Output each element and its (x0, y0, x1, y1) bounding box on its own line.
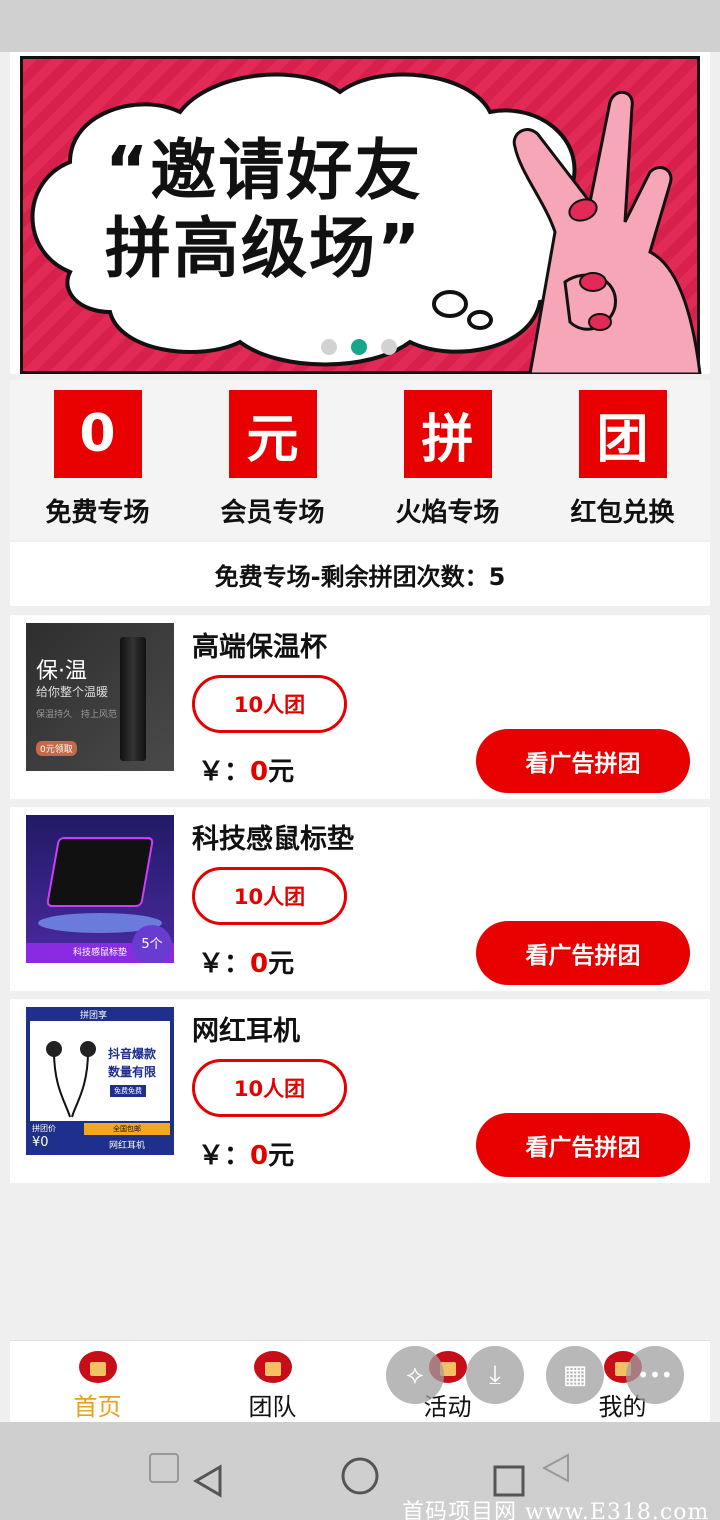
product-card[interactable]: 拼团享 抖音爆款 数量有限 免费免费 拼团价 ¥0 全国包邮 网红耳机 网红耳机… (10, 999, 710, 1183)
download-icon[interactable]: ⤓ (466, 1346, 524, 1404)
price-unit: 元 (268, 949, 295, 979)
product-name: 网红耳机 (192, 1016, 300, 1047)
group-size-tag: 10人团 (192, 867, 347, 925)
remaining-count-banner: 免费专场-剩余拼团次数：5 (10, 542, 710, 606)
thumb-note: 保温持久 (36, 710, 73, 720)
product-name: 科技感鼠标垫 (192, 824, 354, 855)
more-icon[interactable]: ••• (626, 1346, 684, 1404)
price-unit: 元 (268, 1141, 295, 1171)
category-member[interactable]: 元 会员专场 (185, 380, 360, 540)
price-currency: ￥： (198, 1141, 251, 1171)
thumb-caption: 网红耳机 (108, 1141, 145, 1151)
category-label: 红包兑换 (570, 498, 675, 528)
price-unit: 元 (268, 757, 295, 787)
price-amount: 0 (250, 757, 269, 787)
thumb-promo: 数量有限 (108, 1065, 157, 1079)
thumb-price: ¥0 (32, 1135, 49, 1150)
home-icon (78, 1351, 117, 1383)
tab-home[interactable]: 首页 (10, 1341, 185, 1422)
thumb-tag: 免费免费 (110, 1085, 146, 1097)
product-price: ￥：0元 (198, 943, 294, 980)
watermark: 首码项目网 www.E318.com (402, 1500, 710, 1520)
tuan-icon: 团 (578, 390, 667, 478)
back-icon[interactable] (192, 1464, 226, 1498)
status-bar (0, 0, 720, 52)
thumb-count-badge: 5个 (132, 925, 172, 963)
banner-headline: “邀请好友 拼高级场” (105, 132, 422, 288)
triangle-icon[interactable] (540, 1452, 572, 1484)
price-amount: 0 (250, 1141, 269, 1171)
thumb-free-ship: 全国包邮 (84, 1123, 170, 1135)
group-size-tag: 10人团 (192, 675, 347, 733)
product-price: ￥：0元 (198, 1135, 294, 1172)
carousel-dot[interactable] (381, 339, 397, 355)
group-size-tag: 10人团 (192, 1059, 347, 1117)
zero-icon: 0 (53, 390, 142, 478)
thumb-top-label: 拼团享 (80, 1011, 108, 1021)
watch-ad-group-button[interactable]: 看广告拼团 (476, 1113, 690, 1177)
recent-apps-icon[interactable] (492, 1464, 526, 1498)
team-icon (253, 1351, 292, 1383)
thumb-note: 持上风范 (80, 710, 117, 720)
earphone-icon (46, 1041, 96, 1118)
tab-label: 首页 (73, 1393, 122, 1421)
bottom-tab-bar: 首页 团队 活动 我的 (10, 1340, 710, 1422)
category-row: 0 免费专场 元 会员专场 拼 火焰专场 团 红包兑换 (10, 380, 710, 540)
price-amount: 0 (250, 949, 269, 979)
thumb-promo: 抖音爆款 (108, 1047, 157, 1061)
banner-carousel[interactable]: “邀请好友 拼高级场” (10, 52, 710, 374)
category-label: 免费专场 (45, 498, 150, 528)
tab-label: 团队 (248, 1393, 297, 1421)
thumb-title: 保·温 (36, 659, 87, 684)
price-currency: ￥： (198, 757, 251, 787)
grid-icon[interactable]: ▦ (546, 1346, 604, 1404)
thumb-price-label: 拼团价 (32, 1124, 56, 1133)
square-icon[interactable] (148, 1452, 180, 1484)
carousel-dot[interactable] (321, 339, 337, 355)
product-price: ￥：0元 (198, 751, 294, 788)
category-free[interactable]: 0 免费专场 (10, 380, 185, 540)
thumb-subtitle: 给你整个温暖 (36, 685, 109, 699)
category-label: 火焰专场 (395, 498, 500, 528)
product-name: 高端保温杯 (192, 632, 327, 663)
home-button-icon[interactable] (340, 1456, 380, 1496)
product-thumbnail: 拼团享 抖音爆款 数量有限 免费免费 拼团价 ¥0 全国包邮 网红耳机 (26, 1007, 174, 1155)
banner-line-2: 拼高级场” (105, 210, 423, 287)
product-thumbnail: 科技感鼠标垫 5个 (26, 815, 174, 963)
watch-ad-group-button[interactable]: 看广告拼团 (476, 921, 690, 985)
category-red-packet[interactable]: 团 红包兑换 (535, 380, 710, 540)
banner-line-1: “邀请好友 (105, 132, 423, 209)
pin-icon: 拼 (403, 390, 492, 478)
category-flame[interactable]: 拼 火焰专场 (360, 380, 535, 540)
category-label: 会员专场 (220, 498, 325, 528)
mouse-pad-shape (45, 837, 155, 907)
product-card[interactable]: 科技感鼠标垫 5个 科技感鼠标垫 10人团 ￥：0元 看广告拼团 (10, 807, 710, 991)
carousel-dot-active[interactable] (351, 339, 367, 355)
carousel-indicator (321, 339, 397, 355)
app-screen: “邀请好友 拼高级场” 0 免费专场 元 会员专场 拼 火焰专场 团 红包兑换 … (10, 52, 710, 1422)
thumb-notes: 保温持久 持上风范 (36, 707, 117, 720)
watch-ad-group-button[interactable]: 看广告拼团 (476, 729, 690, 793)
price-currency: ￥： (198, 949, 251, 979)
yuan-icon: 元 (228, 390, 317, 478)
share-icon[interactable]: ⟡ (386, 1346, 444, 1404)
product-thumbnail: 保·温 给你整个温暖 保温持久 持上风范 0元领取 (26, 623, 174, 771)
thermos-bottle (120, 637, 146, 761)
thumb-badge: 0元领取 (36, 741, 77, 756)
product-card[interactable]: 保·温 给你整个温暖 保温持久 持上风范 0元领取 高端保温杯 10人团 ￥：0… (10, 615, 710, 799)
tab-team[interactable]: 团队 (185, 1341, 360, 1422)
